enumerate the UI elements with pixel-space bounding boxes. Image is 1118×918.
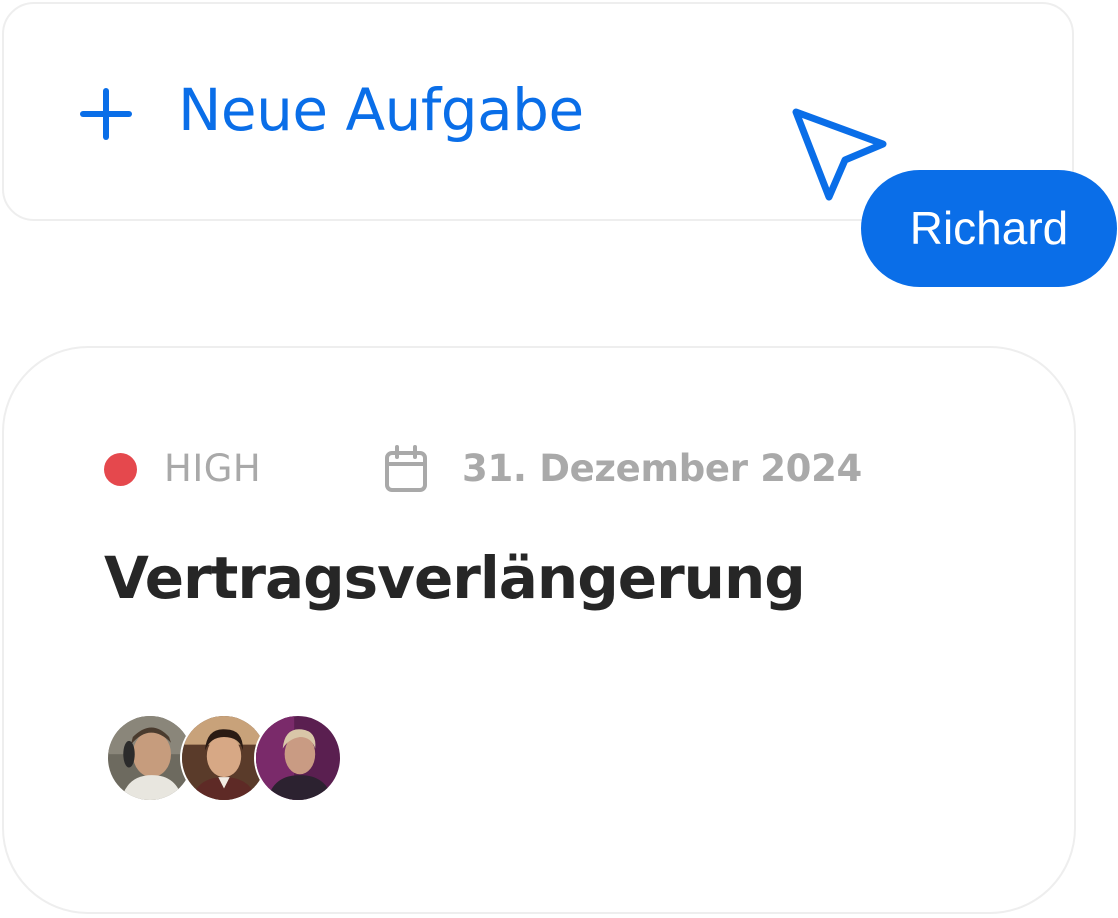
plus-icon xyxy=(80,88,132,140)
calendar-icon xyxy=(384,445,428,493)
avatar[interactable] xyxy=(254,714,342,802)
new-task-label: Neue Aufgabe xyxy=(178,76,584,144)
collaborator-name-tag: Richard xyxy=(861,170,1117,287)
page: Neue Aufgabe Richard HIGH 31. Dezember 2… xyxy=(0,0,1118,918)
due-date: 31. Dezember 2024 xyxy=(462,447,863,490)
priority-indicator xyxy=(104,453,137,486)
task-card[interactable]: HIGH 31. Dezember 2024 Vertragsverlänger… xyxy=(2,346,1076,914)
task-title: Vertragsverlängerung xyxy=(104,544,806,612)
priority-label: HIGH xyxy=(164,447,262,490)
assignee-avatars[interactable] xyxy=(106,714,356,804)
